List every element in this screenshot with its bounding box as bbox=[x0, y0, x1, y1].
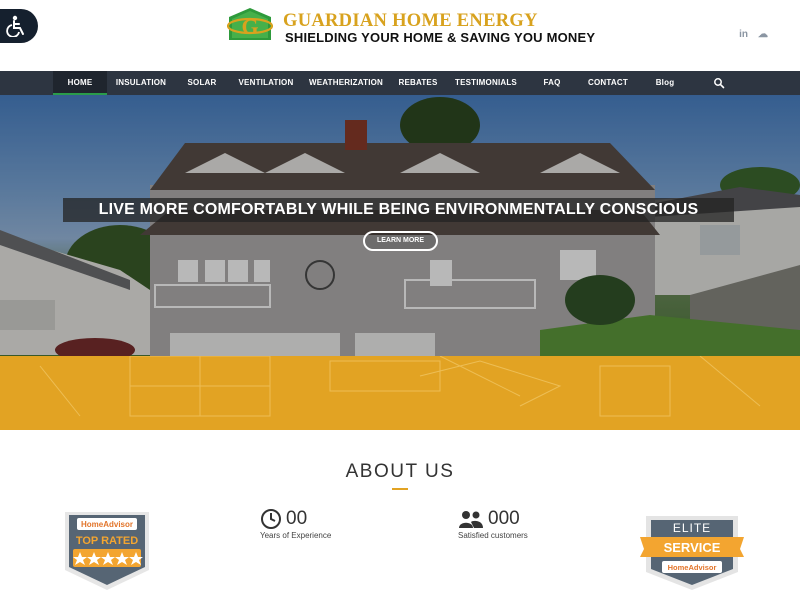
hero-headline: LIVE MORE COMFORTABLY WHILE BEING ENVIRO… bbox=[63, 198, 734, 222]
about-divider bbox=[392, 488, 408, 490]
about-title: ABOUT US bbox=[345, 461, 455, 482]
nav-item-blog[interactable]: Blog bbox=[648, 71, 682, 95]
nav-item-rebates[interactable]: REBATES bbox=[393, 71, 443, 95]
stat-customers-label: Satisfied customers bbox=[458, 531, 528, 540]
search-icon[interactable] bbox=[713, 77, 725, 89]
soundcloud-icon[interactable]: ☁ bbox=[758, 29, 768, 40]
nav-item-testimonials[interactable]: TESTIMONIALS bbox=[450, 71, 522, 95]
stat-customers: 000 Satisfied customers bbox=[458, 508, 528, 540]
brand-name: GUARDIAN HOME ENERGY bbox=[283, 11, 538, 31]
learn-more-button[interactable]: LEARN MORE bbox=[363, 231, 438, 251]
site-header: G GUARDIAN HOME ENERGY SHIELDING YOUR HO… bbox=[0, 0, 800, 71]
clock-icon bbox=[261, 509, 281, 529]
stat-customers-value: 000 bbox=[488, 508, 520, 529]
main-nav: HOME INSULATION SOLAR VENTILATION WEATHE… bbox=[0, 71, 800, 95]
nav-item-ventilation[interactable]: VENTILATION bbox=[232, 71, 300, 95]
top-rated-badge[interactable]: HomeAdvisor TOP RATED bbox=[57, 512, 157, 592]
badge-right-label: SERVICE bbox=[664, 540, 721, 555]
elite-service-badge[interactable]: ELITE SERVICE HomeAdvisor bbox=[640, 512, 744, 590]
badge-left-brand: HomeAdvisor bbox=[81, 520, 133, 529]
nav-item-faq[interactable]: FAQ bbox=[534, 71, 570, 95]
accessibility-button[interactable] bbox=[0, 9, 38, 43]
blueprint-band bbox=[0, 356, 800, 430]
nav-item-home[interactable]: HOME bbox=[53, 71, 107, 95]
stat-years: 00 Years of Experience bbox=[260, 508, 331, 540]
linkedin-icon[interactable]: in bbox=[739, 29, 748, 40]
logo-letter: G bbox=[241, 14, 258, 39]
stat-years-value: 00 bbox=[286, 508, 308, 529]
nav-item-insulation[interactable]: INSULATION bbox=[110, 71, 172, 95]
stat-years-label: Years of Experience bbox=[260, 531, 332, 540]
hero-banner: LIVE MORE COMFORTABLY WHILE BEING ENVIRO… bbox=[0, 95, 800, 356]
users-icon bbox=[459, 511, 483, 528]
nav-item-weatherization[interactable]: WEATHERIZATION bbox=[306, 71, 386, 95]
badge-right-brand: HomeAdvisor bbox=[668, 563, 717, 572]
site-logo[interactable]: G GUARDIAN HOME ENERGY SHIELDING YOUR HO… bbox=[227, 7, 595, 47]
nav-item-contact[interactable]: CONTACT bbox=[582, 71, 634, 95]
social-links: in ☁ bbox=[739, 29, 768, 40]
wheelchair-icon bbox=[6, 15, 24, 37]
nav-item-solar[interactable]: SOLAR bbox=[180, 71, 224, 95]
hero-overlay bbox=[0, 95, 800, 356]
badge-left-label: TOP RATED bbox=[76, 535, 138, 547]
badge-right-top: ELITE bbox=[673, 521, 711, 535]
brand-tagline: SHIELDING YOUR HOME & SAVING YOU MONEY bbox=[285, 30, 596, 45]
shield-logo-icon: G bbox=[227, 8, 273, 40]
blueprint-pattern bbox=[39, 356, 761, 417]
